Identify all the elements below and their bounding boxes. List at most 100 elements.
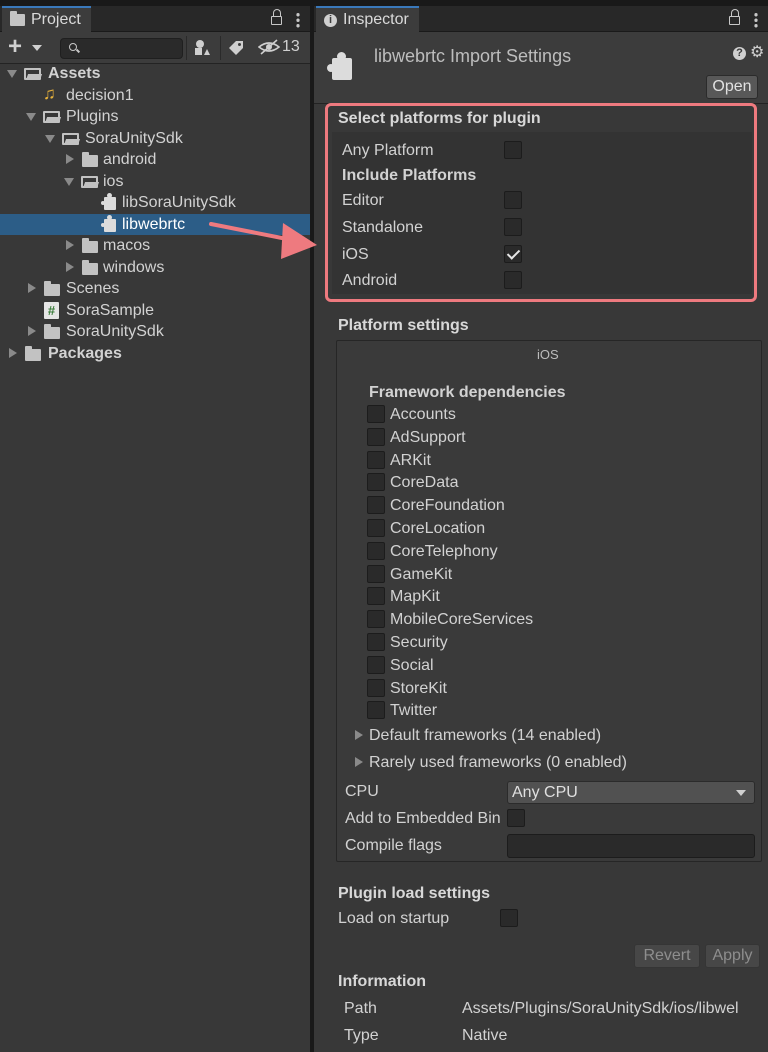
- information-title: Information: [338, 973, 426, 990]
- tree-item-label: Scenes: [66, 280, 120, 297]
- tree-item-sorasample[interactable]: # SoraSample: [0, 300, 310, 321]
- type-value: Native: [462, 1027, 508, 1044]
- expand-arrow-icon[interactable]: [66, 262, 74, 272]
- tree-item-label: Plugins: [66, 108, 119, 125]
- tree-item-label: SoraUnitySdk: [85, 130, 183, 147]
- framework-dependencies-title: Framework dependencies: [369, 384, 566, 401]
- tree-item-label: decision1: [66, 87, 134, 104]
- expand-arrow-icon[interactable]: [7, 70, 17, 78]
- framework-coretelephony-label: CoreTelephony: [390, 542, 498, 560]
- framework-mobilecoreservices-checkbox[interactable]: [367, 610, 385, 629]
- tab-project[interactable]: Project: [2, 6, 91, 32]
- open-button[interactable]: Open: [706, 75, 758, 99]
- tree-item-plugins[interactable]: Plugins: [0, 106, 310, 127]
- project-panel: Project + 13 Assets ♫ decision1 Plugins …: [0, 6, 310, 1052]
- framework-coredata-checkbox[interactable]: [367, 473, 385, 492]
- platform-editor-label: Editor: [342, 192, 384, 209]
- platform-standalone-checkbox[interactable]: [504, 218, 522, 236]
- create-dropdown-icon[interactable]: [32, 45, 42, 51]
- expand-arrow-icon[interactable]: [64, 178, 74, 186]
- search-input[interactable]: [60, 38, 183, 59]
- settings-gear-icon[interactable]: ⚙: [750, 45, 764, 61]
- folder-icon: [82, 260, 98, 275]
- any-platform-checkbox[interactable]: [504, 141, 522, 159]
- filter-by-label-button[interactable]: [220, 36, 250, 60]
- framework-mapkit-checkbox[interactable]: [367, 587, 385, 606]
- inspector-title: libwebrtc Import Settings: [374, 46, 572, 66]
- rarely-used-frameworks-foldout[interactable]: Rarely used frameworks (0 enabled): [369, 754, 627, 772]
- tree-item-sorauntiysdk-script[interactable]: SoraUnitySdk: [0, 321, 310, 342]
- expand-arrow-icon[interactable]: [355, 730, 363, 740]
- tree-item-label: Assets: [48, 65, 101, 82]
- add-to-embedded-binaries-label: Add to Embedded Bin: [345, 810, 501, 827]
- compile-flags-label: Compile flags: [345, 837, 442, 854]
- more-options-icon[interactable]: [754, 12, 758, 28]
- hidden-packages-toggle[interactable]: 13: [258, 38, 300, 56]
- lock-icon[interactable]: [729, 9, 740, 25]
- folder-open-icon: [62, 133, 79, 145]
- framework-storekit-checkbox[interactable]: [367, 678, 385, 697]
- framework-social-checkbox[interactable]: [367, 655, 385, 674]
- expand-arrow-icon[interactable]: [28, 283, 36, 293]
- platform-ios-checkbox[interactable]: [504, 245, 522, 263]
- default-frameworks-foldout[interactable]: Default frameworks (14 enabled): [369, 727, 601, 745]
- framework-security-checkbox[interactable]: [367, 633, 385, 651]
- framework-adsupport-checkbox[interactable]: [367, 427, 385, 446]
- platform-android-checkbox[interactable]: [504, 271, 522, 289]
- project-tabbar: Project: [0, 6, 310, 32]
- expand-arrow-icon[interactable]: [66, 154, 74, 164]
- folder-open-icon: [43, 111, 60, 123]
- folder-open-icon: [81, 176, 98, 188]
- more-options-icon[interactable]: [296, 12, 300, 28]
- platform-editor-checkbox[interactable]: [504, 191, 522, 209]
- filter-by-type-button[interactable]: [186, 36, 216, 60]
- framework-gamekit-checkbox[interactable]: [367, 564, 385, 583]
- plugin-load-settings-title: Plugin load settings: [338, 885, 491, 902]
- folder-icon: [25, 346, 41, 361]
- tag-icon: [228, 41, 243, 55]
- folder-icon: [10, 11, 25, 26]
- expand-arrow-icon[interactable]: [66, 240, 74, 250]
- framework-corefoundation-checkbox[interactable]: [367, 496, 385, 515]
- plugin-icon: [327, 52, 352, 80]
- tree-item-label: SoraUnitySdk: [66, 323, 164, 340]
- tree-item-ios[interactable]: ios: [0, 171, 310, 192]
- add-to-embedded-binaries-checkbox[interactable]: [507, 809, 525, 827]
- expand-arrow-icon[interactable]: [28, 326, 36, 336]
- framework-arkit-label: ARKit: [390, 451, 431, 469]
- framework-accounts-checkbox[interactable]: [367, 405, 385, 423]
- framework-coretelephony-checkbox[interactable]: [367, 541, 385, 560]
- cpu-dropdown[interactable]: Any CPU: [507, 781, 755, 804]
- framework-twitter-checkbox[interactable]: [367, 701, 385, 720]
- compile-flags-input[interactable]: [507, 834, 755, 858]
- tree-item-sorauntiysdk-folder[interactable]: SoraUnitySdk: [0, 128, 310, 149]
- expand-arrow-icon[interactable]: [26, 113, 36, 121]
- expand-arrow-icon[interactable]: [45, 135, 55, 143]
- tree-item-assets[interactable]: Assets: [0, 63, 310, 84]
- tree-item-packages[interactable]: Packages: [0, 343, 310, 364]
- chevron-down-icon: [736, 790, 746, 796]
- inspector-tabbar: i Inspector: [314, 6, 768, 32]
- tree-item-libsorauntiysdk[interactable]: libSoraUnitySdk: [0, 192, 310, 213]
- framework-corelocation-checkbox[interactable]: [367, 519, 385, 537]
- plugin-icon: [101, 215, 116, 232]
- framework-storekit-label: StoreKit: [390, 679, 447, 697]
- create-button[interactable]: +: [8, 35, 22, 59]
- lock-icon[interactable]: [271, 9, 282, 25]
- tree-item-label: SoraSample: [66, 302, 155, 319]
- framework-arkit-checkbox[interactable]: [367, 450, 385, 469]
- tree-item-android[interactable]: android: [0, 149, 310, 170]
- tree-item-scenes[interactable]: Scenes: [0, 278, 310, 299]
- expand-arrow-icon[interactable]: [355, 757, 363, 767]
- load-on-startup-checkbox[interactable]: [500, 909, 518, 927]
- path-label: Path: [344, 1000, 377, 1017]
- expand-arrow-icon[interactable]: [9, 348, 17, 358]
- revert-button[interactable]: Revert: [634, 944, 700, 968]
- apply-button[interactable]: Apply: [705, 944, 760, 968]
- tab-inspector[interactable]: i Inspector: [316, 6, 419, 32]
- help-icon[interactable]: ?: [733, 47, 746, 60]
- any-platform-label: Any Platform: [342, 142, 434, 159]
- type-label: Type: [344, 1027, 379, 1044]
- tree-item-decision1[interactable]: ♫ decision1: [0, 84, 310, 106]
- search-icon: [69, 43, 77, 51]
